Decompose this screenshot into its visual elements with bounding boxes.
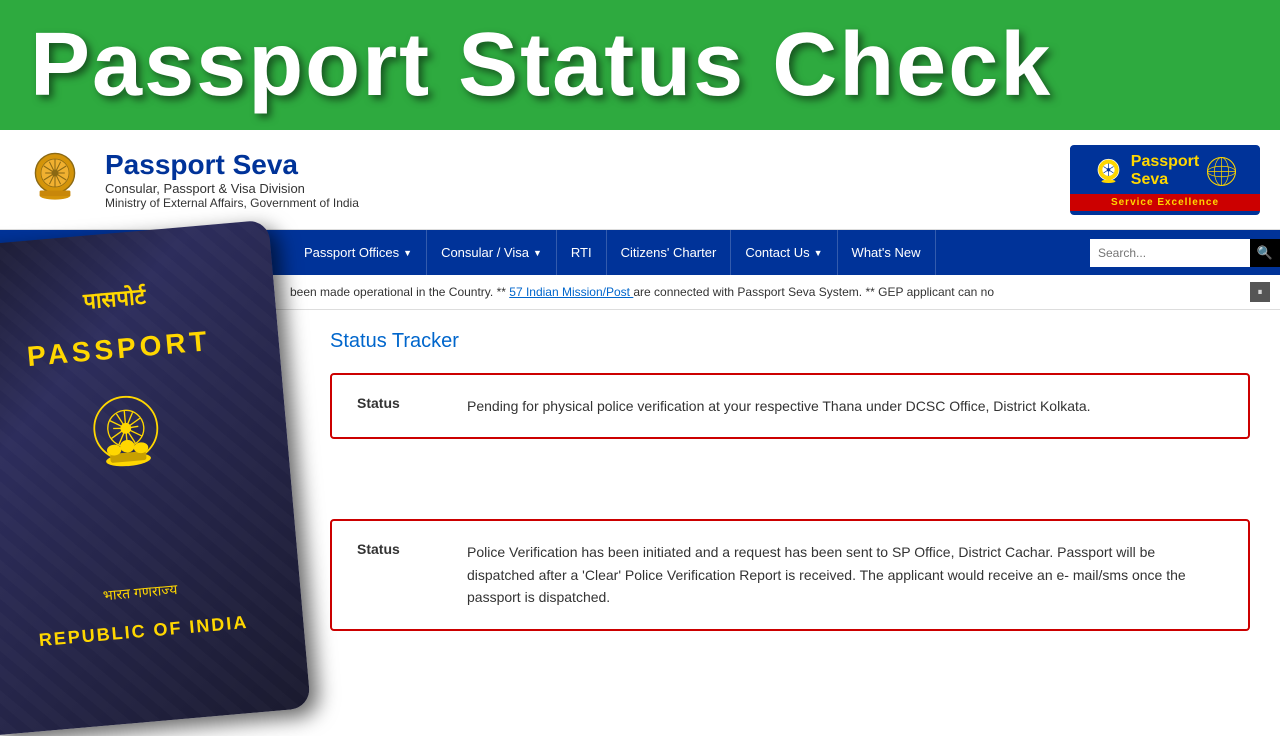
nav-consular-visa[interactable]: Consular / Visa ▼ [427,230,557,275]
status-label-2: Status [357,541,437,608]
logo-tagline: Service Excellence [1070,194,1260,211]
status-value-2: Police Verification has been initiated a… [467,541,1223,608]
nav-contact-us[interactable]: Contact Us ▼ [731,230,837,275]
svg-text:⊕: ⊕ [53,170,58,176]
nav-whats-new[interactable]: What's New [838,230,936,275]
site-logo: ⊕ [20,145,90,215]
nav-consular-visa-label: Consular / Visa [441,245,529,260]
passport-book: पासपोर्ट PASSPORT [0,220,311,736]
ticker-link[interactable]: 57 Indian Mission/Post [509,285,633,299]
top-banner: Passport Status Check [0,0,1280,130]
nav-passport-offices-label: Passport Offices [304,245,399,260]
status-tracker-title: Status Tracker [330,330,1250,353]
contact-us-arrow: ▼ [814,248,823,258]
site-header: ⊕ Passport Seva Consular, Passport & Vis… [0,130,1280,230]
banner-title: Passport Status Check [30,20,1052,110]
nav-citizens-charter[interactable]: Citizens' Charter [607,230,732,275]
nav-whats-new-label: What's New [852,245,921,260]
passport-english-title: PASSPORT [26,325,212,373]
site-subtitle2: Ministry of External Affairs, Government… [105,196,1070,210]
search-input[interactable] [1090,239,1250,267]
nav-citizens-charter-label: Citizens' Charter [621,245,717,260]
site-title-block: Passport Seva Consular, Passport & Visa … [105,149,1070,210]
site-title: Passport Seva [105,149,1070,181]
logo-seva-text: Seva [1131,171,1199,189]
header-right-logo: Passport Seva Service Excellence [1070,145,1260,215]
search-button[interactable]: 🔍 [1250,239,1280,267]
passport-hindi-title: पासपोर्ट [82,281,147,316]
ticker-text: been made operational in the Country. **… [290,285,994,299]
passport-republic: REPUBLIC OF INDIA [38,612,249,651]
nav-search-area: 🔍 [1090,230,1280,275]
passport-bottom-hindi: भारत गणराज्य [102,580,178,605]
status-value-1: Pending for physical police verification… [467,395,1091,417]
passport-offices-arrow: ▼ [403,248,412,258]
consular-visa-arrow: ▼ [533,248,542,258]
logo-passport-text: Passport [1131,153,1199,171]
nav-rti-label: RTI [571,245,592,260]
status-label-1: Status [357,395,437,417]
nav-rti[interactable]: RTI [557,230,607,275]
site-subtitle1: Consular, Passport & Visa Division [105,181,1070,196]
status-card-1: Status Pending for physical police verif… [330,373,1250,439]
ticker-pause-button[interactable]: ⏸ [1250,282,1270,302]
status-card-2: Status Police Verification has been init… [330,519,1250,630]
nav-contact-us-label: Contact Us [745,245,809,260]
nav-passport-offices[interactable]: Passport Offices ▼ [290,230,427,275]
